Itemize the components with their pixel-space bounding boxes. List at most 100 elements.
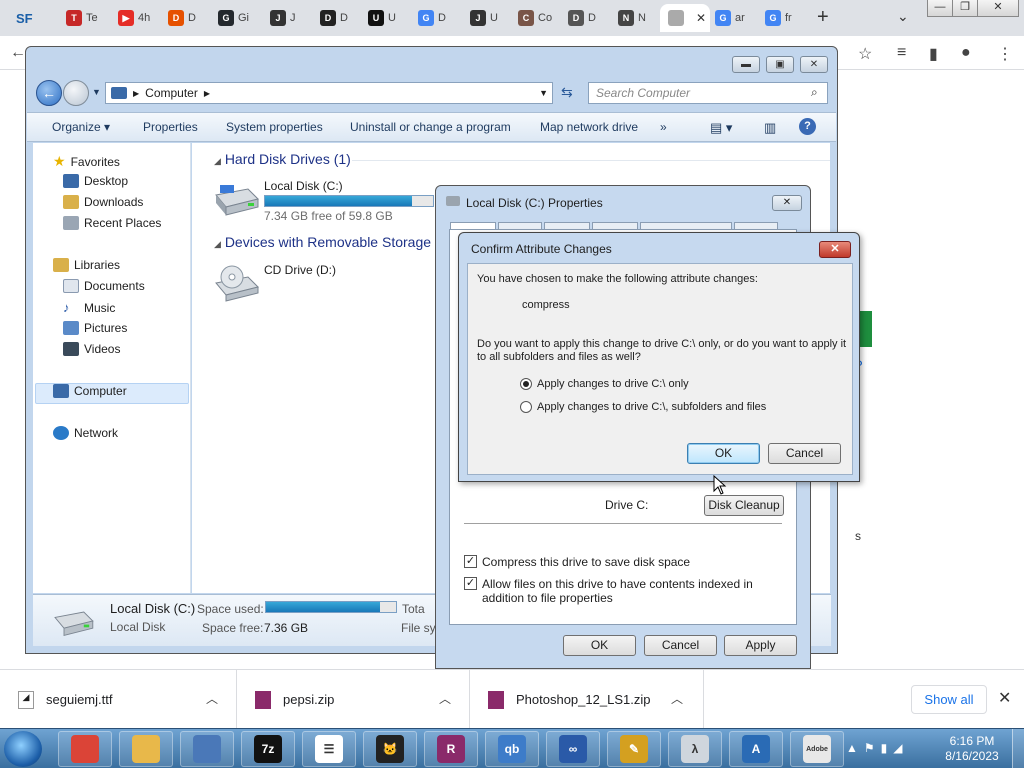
system-tray[interactable]: ▲⚑▮◢ <box>846 741 908 755</box>
download-item-2[interactable]: pepsi.zip ︿ <box>237 670 470 729</box>
bookmark-star-icon[interactable]: ☆ <box>858 44 872 64</box>
view-options-icon[interactable]: ▤ ▾ <box>710 120 732 136</box>
properties-cancel-button[interactable]: Cancel <box>644 635 717 656</box>
properties-close-icon[interactable]: ✕ <box>772 195 802 211</box>
back-button[interactable]: ← <box>36 80 62 106</box>
properties-ok-button[interactable]: OK <box>563 635 636 656</box>
show-all-downloads-button[interactable]: Show all <box>911 685 987 714</box>
side-panel-icon[interactable]: ▮ <box>929 44 938 64</box>
taskbar-app-button[interactable]: Adobe <box>790 731 844 767</box>
browser-tab-pinned[interactable]: SF <box>8 4 56 32</box>
taskbar-clock[interactable]: 6:16 PM 8/16/2023 <box>942 734 1002 764</box>
browser-tab[interactable]: ✕ <box>660 4 710 32</box>
taskbar-app-button[interactable] <box>119 731 173 767</box>
browser-tab[interactable]: DD <box>160 4 208 32</box>
system-properties-button[interactable]: System properties <box>226 120 323 134</box>
preview-pane-icon[interactable]: ▥ <box>764 120 776 136</box>
nav-network[interactable]: Network <box>53 426 118 440</box>
properties-apply-button[interactable]: Apply <box>724 635 797 656</box>
browser-tab[interactable]: GD <box>410 4 458 32</box>
browser-tab[interactable]: G Gi <box>210 4 258 32</box>
map-network-drive-button[interactable]: Map network drive <box>540 120 638 134</box>
help-icon[interactable]: ? <box>799 118 816 135</box>
organize-button[interactable]: Organize ▾ <box>52 120 110 134</box>
address-dropdown-icon[interactable]: ▼ <box>539 88 548 98</box>
taskbar-app-button[interactable]: ✎ <box>607 731 661 767</box>
taskbar-app-button[interactable]: ∞ <box>546 731 600 767</box>
browser-tab[interactable]: JU <box>462 4 510 32</box>
start-button[interactable] <box>4 731 42 767</box>
breadcrumb-arrow-icon[interactable]: ▶ <box>133 89 139 98</box>
radio-subfolders-files[interactable]: Apply changes to drive C:\, subfolders a… <box>520 401 766 413</box>
nav-pictures[interactable]: Pictures <box>63 321 127 335</box>
browser-menu-icon[interactable]: ⋮ <box>997 44 1013 64</box>
browser-tab[interactable]: UU <box>360 4 408 32</box>
confirm-ok-button[interactable]: OK <box>687 443 760 464</box>
nav-recent-places[interactable]: Recent Places <box>63 216 161 230</box>
back-arrow-icon[interactable]: ← <box>10 44 26 62</box>
download-item-1[interactable]: ◢ seguiemj.ttf ︿ <box>0 670 237 729</box>
search-input[interactable]: Search Computer <box>588 82 828 104</box>
properties-button[interactable]: Properties <box>143 120 198 134</box>
taskbar-app-button[interactable] <box>58 731 112 767</box>
search-icon[interactable]: ⌕ <box>811 85 818 100</box>
profile-avatar-icon[interactable]: ● <box>961 44 971 62</box>
taskbar-app-button[interactable]: A <box>729 731 783 767</box>
tab-close-icon[interactable]: ✕ <box>696 11 706 25</box>
nav-documents[interactable]: Documents <box>63 279 145 293</box>
browser-tab[interactable]: Gfr <box>757 4 805 32</box>
forward-button[interactable] <box>63 80 89 106</box>
minimize-icon[interactable]: — <box>927 0 953 17</box>
chevron-up-icon[interactable]: ︿ <box>206 690 218 707</box>
more-commands-button[interactable]: » <box>660 120 667 134</box>
recent-pages-chevron-icon[interactable]: ▼ <box>92 87 101 97</box>
tab-search-chevron-icon[interactable]: ⌄ <box>897 8 909 25</box>
taskbar-app-button[interactable]: 🐱 <box>363 731 417 767</box>
nav-desktop[interactable]: Desktop <box>63 174 128 188</box>
chevron-up-icon[interactable]: ︿ <box>671 690 683 707</box>
radio-drive-only[interactable]: Apply changes to drive C:\ only <box>520 378 689 390</box>
media-queue-icon[interactable]: ≡ <box>897 44 906 62</box>
new-tab-button[interactable]: + <box>817 6 829 29</box>
address-bar[interactable]: ▶ Computer ▶ ▼ <box>105 82 553 104</box>
uninstall-program-button[interactable]: Uninstall or change a program <box>350 120 511 134</box>
breadcrumb-arrow-icon[interactable]: ▶ <box>204 89 210 98</box>
taskbar-app-button[interactable]: qb <box>485 731 539 767</box>
nav-libraries[interactable]: Libraries <box>53 258 120 272</box>
browser-tab[interactable]: DD <box>312 4 360 32</box>
group-header-removable[interactable]: ◢ Devices with Removable Storage <box>214 234 431 250</box>
explorer-minimize-icon[interactable]: ▬ <box>732 56 760 73</box>
explorer-maximize-icon[interactable]: ▣ <box>766 56 794 73</box>
browser-tab[interactable]: C Co <box>510 4 558 32</box>
disk-cleanup-button[interactable]: Disk Cleanup <box>704 495 784 516</box>
browser-tab[interactable]: JJ <box>262 4 310 32</box>
confirm-cancel-button[interactable]: Cancel <box>768 443 841 464</box>
close-window-icon[interactable]: ✕ <box>977 0 1019 17</box>
download-item-3[interactable]: Photoshop_12_LS1.zip ︿ <box>470 670 704 729</box>
taskbar-app-button[interactable]: 7z <box>241 731 295 767</box>
restore-icon[interactable]: ❐ <box>952 0 978 17</box>
group-header-hdd[interactable]: ◢ Hard Disk Drives (1) <box>214 151 351 167</box>
taskbar-app-button[interactable] <box>180 731 234 767</box>
refresh-icon[interactable]: ⇆ <box>561 84 573 101</box>
nav-videos[interactable]: Videos <box>63 342 120 356</box>
chevron-up-icon[interactable]: ︿ <box>439 690 451 707</box>
nav-computer[interactable]: Computer <box>53 384 127 398</box>
nav-downloads[interactable]: Downloads <box>63 195 143 209</box>
browser-tab[interactable]: ▶ 4h <box>110 4 158 32</box>
nav-music[interactable]: ♪ Music <box>63 300 115 315</box>
breadcrumb-computer[interactable]: Computer <box>145 86 198 100</box>
browser-tab[interactable]: NN <box>610 4 658 32</box>
compress-drive-checkbox[interactable]: ✓ Compress this drive to save disk space <box>464 555 690 569</box>
taskbar-app-button[interactable]: λ <box>668 731 722 767</box>
explorer-close-icon[interactable]: ✕ <box>800 56 828 73</box>
close-downloads-bar-icon[interactable]: ✕ <box>998 688 1011 708</box>
browser-tab[interactable]: DD <box>560 4 608 32</box>
allow-indexing-checkbox[interactable]: ✓ Allow files on this drive to have cont… <box>464 577 784 605</box>
browser-tab[interactable]: Gar <box>707 4 755 32</box>
browser-tab[interactable]: T Te <box>58 4 106 32</box>
taskbar-app-button[interactable]: R <box>424 731 478 767</box>
confirm-close-icon[interactable]: ✕ <box>819 241 851 258</box>
taskbar-app-button[interactable]: ☰ <box>302 731 356 767</box>
nav-favorites[interactable]: ★ Favorites <box>53 153 120 170</box>
